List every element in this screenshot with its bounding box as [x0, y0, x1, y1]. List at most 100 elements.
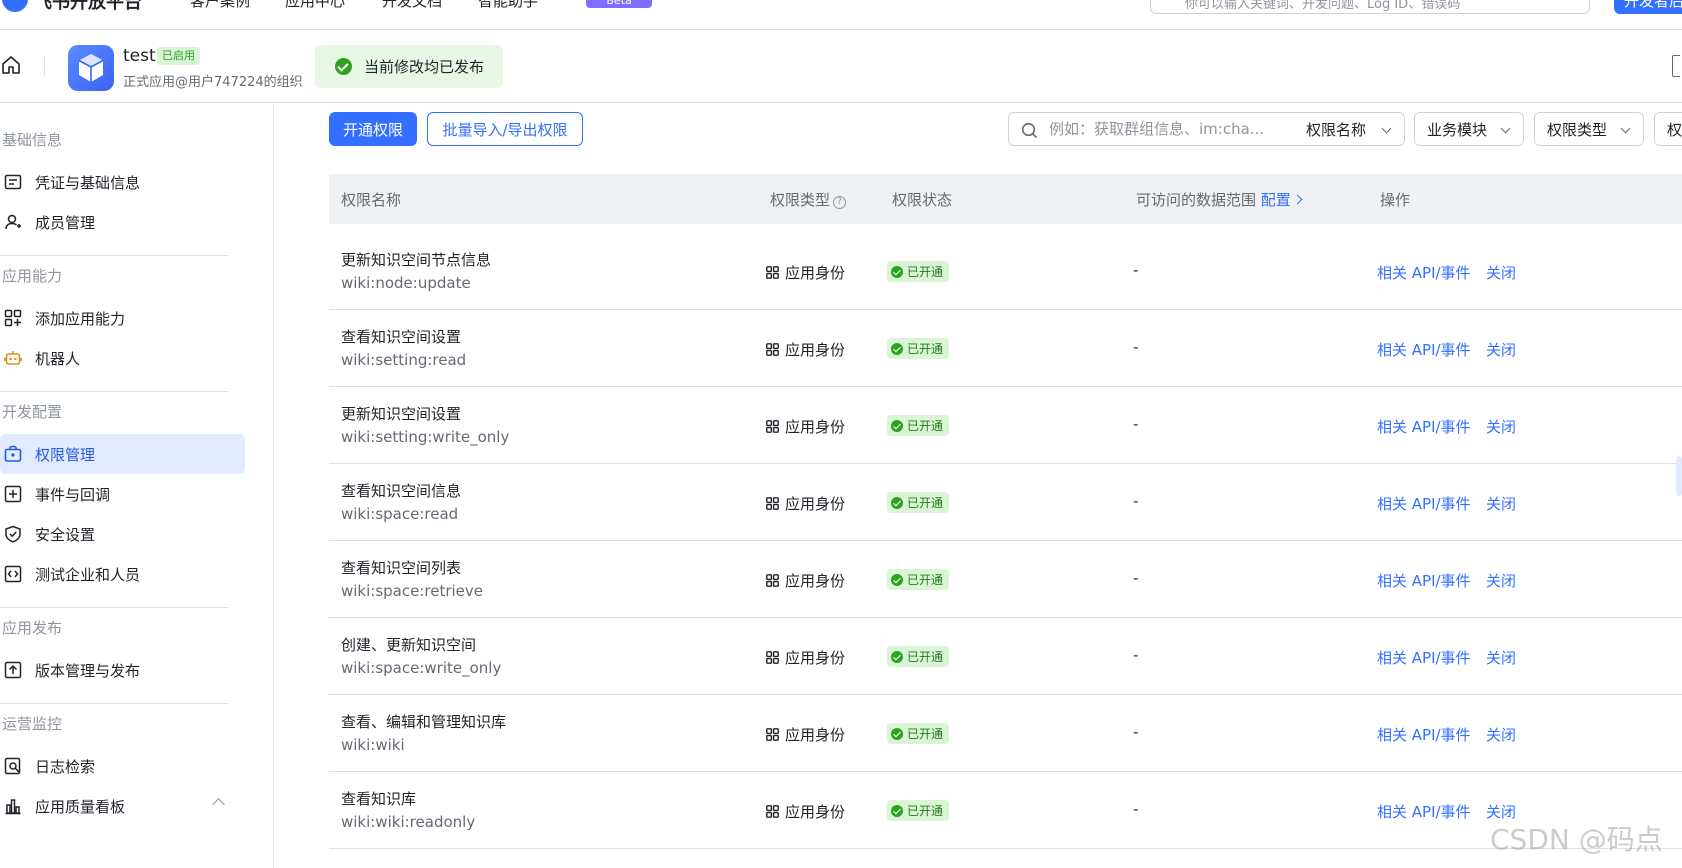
nav-link-cases[interactable]: 客户案例	[190, 0, 250, 11]
permission-code: wiki:space:read	[341, 505, 459, 523]
sidebar-item-credentials[interactable]: 凭证与基础信息	[0, 162, 245, 202]
column-header-action: 操作	[1380, 191, 1411, 209]
filter-extra-select[interactable]: 权	[1654, 112, 1682, 146]
table-row: 更新知识空间节点信息 wiki:node:update 应用身份 已开通 - 相关 API…	[329, 234, 1682, 310]
permission-table-header: 权限名称 权限类型? 权限状态 可访问的数据范围 配置 操作	[329, 174, 1682, 224]
test-icon	[4, 565, 22, 583]
close-permission-link[interactable]: 关闭	[1486, 647, 1516, 668]
credential-icon	[4, 174, 22, 190]
robot-icon	[4, 351, 22, 365]
close-permission-link[interactable]: 关闭	[1486, 339, 1516, 360]
platform-brand[interactable]: 飞书开放平台	[34, 0, 142, 14]
sidebar-item-members[interactable]: 成员管理	[0, 202, 245, 242]
data-range-value: -	[1133, 723, 1139, 741]
close-permission-link[interactable]: 关闭	[1486, 416, 1516, 437]
open-permission-button[interactable]: 开通权限	[329, 112, 417, 146]
chevron-up-icon[interactable]	[212, 798, 225, 811]
sidebar-item-robot[interactable]: 机器人	[0, 338, 245, 378]
permission-search-input[interactable]	[1047, 119, 1272, 139]
sidebar-item-log-search[interactable]: 日志检索	[0, 746, 245, 786]
sidebar-item-add-capability[interactable]: 添加应用能力	[0, 298, 245, 338]
member-icon	[5, 214, 21, 230]
close-permission-link[interactable]: 关闭	[1486, 262, 1516, 283]
sidebar-item-test-tenant[interactable]: 测试企业和人员	[0, 554, 245, 594]
related-api-link[interactable]: 相关 API/事件	[1377, 647, 1471, 668]
permission-status-badge: 已开通	[887, 338, 950, 359]
close-permission-link[interactable]: 关闭	[1486, 493, 1516, 514]
table-row: 查看知识库 wiki:wiki:readonly 应用身份 已开通 - 相关 API/事件…	[329, 773, 1682, 849]
watermark: CSDN @码点	[1490, 823, 1663, 856]
home-icon[interactable]	[0, 54, 22, 76]
sidebar-item-quality-dashboard[interactable]: 应用质量看板	[0, 786, 245, 826]
app-header: test 已启用 正式应用@用户747224的组织 当前修改均已发布	[0, 31, 1682, 103]
nav-link-assistant[interactable]: 智能助手	[478, 0, 538, 11]
check-circle-icon	[891, 727, 903, 740]
search-icon	[1021, 122, 1038, 139]
sidebar-item-label: 添加应用能力	[35, 309, 126, 328]
toast-message: 当前修改均已发布	[364, 58, 485, 76]
data-range-value: -	[1133, 569, 1139, 587]
filter-permission-name-select[interactable]: 权限名称	[1294, 112, 1405, 146]
close-permission-link[interactable]: 关闭	[1486, 570, 1516, 591]
chevron-down-icon	[1500, 123, 1511, 134]
permission-status-badge: 已开通	[887, 646, 950, 667]
check-circle-icon	[891, 265, 903, 278]
close-permission-link[interactable]: 关闭	[1486, 724, 1516, 745]
filter-module-select[interactable]: 业务模块	[1414, 112, 1524, 146]
global-search-input[interactable]: 你可以输入关键词、开发问题、Log ID、错误码	[1150, 0, 1590, 14]
table-row: 查看、编辑和管理知识库 wiki:wiki 应用身份 已开通 - 相关 API/事件 关闭	[329, 696, 1682, 772]
permission-type: 应用身份	[766, 339, 845, 360]
permission-type-label: 应用身份	[785, 726, 846, 744]
permission-type-label: 应用身份	[785, 572, 846, 590]
sidebar-item-events[interactable]: 事件与回调	[0, 474, 245, 514]
permission-status-label: 已开通	[907, 804, 944, 818]
check-circle-icon	[891, 573, 903, 586]
header-divider	[44, 57, 45, 75]
column-header-status: 权限状态	[892, 191, 953, 209]
column-header-name: 权限名称	[341, 191, 402, 209]
batch-import-export-button[interactable]: 批量导入/导出权限	[427, 112, 583, 146]
help-icon[interactable]: ?	[833, 196, 847, 209]
permission-status-label: 已开通	[907, 342, 944, 356]
filter-type-select[interactable]: 权限类型	[1534, 112, 1644, 146]
permission-type-label: 应用身份	[785, 803, 846, 821]
permission-status-badge: 已开通	[887, 492, 950, 513]
sidebar-item-permissions[interactable]: 权限管理	[0, 434, 245, 474]
config-link[interactable]: 配置	[1261, 191, 1291, 209]
nav-link-docs[interactable]: 开发文档	[382, 0, 442, 11]
chevron-right-icon[interactable]	[1292, 194, 1303, 205]
publish-status-toast: 当前修改均已发布	[315, 45, 503, 88]
nav-link-app-center[interactable]: 应用中心	[285, 0, 345, 11]
permission-type-label: 应用身份	[785, 264, 846, 282]
select-label: 权	[1667, 120, 1682, 139]
permission-code: wiki:wiki	[341, 736, 405, 754]
permission-status-label: 已开通	[907, 650, 944, 664]
sidebar-divider	[0, 391, 228, 392]
related-api-link[interactable]: 相关 API/事件	[1377, 801, 1471, 822]
related-api-link[interactable]: 相关 API/事件	[1377, 570, 1471, 591]
related-api-link[interactable]: 相关 API/事件	[1377, 416, 1471, 437]
panel-toggle-icon[interactable]	[1672, 55, 1680, 77]
table-row: 查看知识空间信息 wiki:space:read 应用身份 已开通 - 相关 API/事件…	[329, 465, 1682, 541]
permission-status-badge: 已开通	[887, 415, 950, 436]
beta-badge: Beta	[586, 0, 652, 8]
select-label: 权限名称	[1306, 120, 1367, 139]
scrollbar-thumb[interactable]	[1676, 456, 1682, 496]
data-range-value: -	[1133, 261, 1139, 279]
related-api-link[interactable]: 相关 API/事件	[1377, 339, 1471, 360]
permission-type: 应用身份	[766, 416, 845, 437]
developer-console-button[interactable]: 开发者后台	[1614, 0, 1682, 14]
permission-name: 创建、更新知识空间	[341, 636, 477, 654]
permission-type-label: 应用身份	[785, 649, 846, 667]
sidebar-section-dev-config: 开发配置	[2, 403, 63, 421]
related-api-link[interactable]: 相关 API/事件	[1377, 724, 1471, 745]
sidebar-item-security[interactable]: 安全设置	[0, 514, 245, 554]
sidebar-item-versions[interactable]: 版本管理与发布	[0, 650, 245, 690]
permission-type: 应用身份	[766, 493, 845, 514]
permission-type-label: 应用身份	[785, 495, 846, 513]
data-range-value: -	[1133, 646, 1139, 664]
permission-search-box[interactable]	[1008, 112, 1295, 146]
platform-logo-icon[interactable]	[2, 0, 28, 12]
related-api-link[interactable]: 相关 API/事件	[1377, 262, 1471, 283]
related-api-link[interactable]: 相关 API/事件	[1377, 493, 1471, 514]
